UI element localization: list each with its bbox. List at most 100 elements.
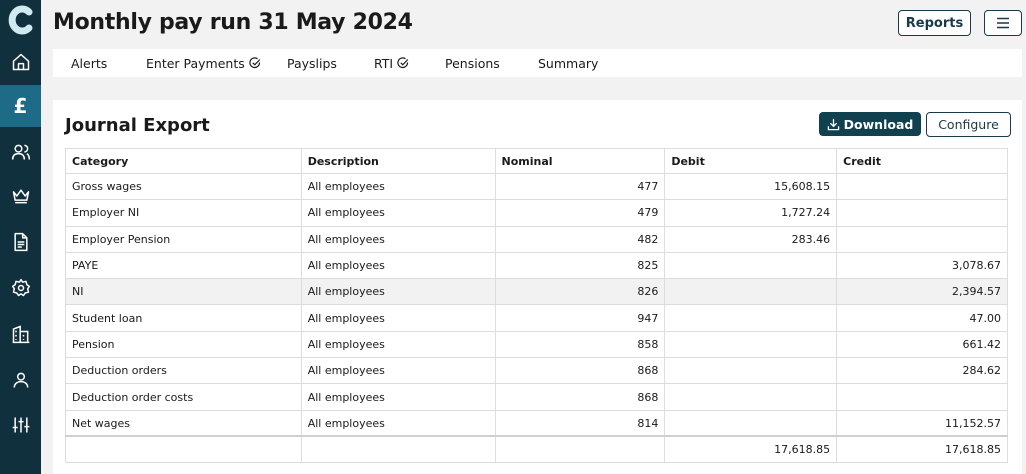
crown-icon: [12, 189, 29, 204]
cell-description: All employees: [300, 225, 496, 253]
tab-alerts[interactable]: Alerts: [71, 49, 107, 77]
reports-button[interactable]: Reports: [898, 10, 971, 36]
cell-credit: [836, 199, 1008, 227]
table-row[interactable]: Deduction order costs All employees 868: [65, 383, 1008, 411]
cell-credit: 11,152.57: [836, 409, 1008, 437]
column-header-category[interactable]: Category: [65, 148, 302, 174]
table-row[interactable]: Employer NI All employees 479 1,727.24: [65, 199, 1008, 227]
cell-category: Gross wages: [65, 172, 302, 201]
tab-payslips[interactable]: Payslips: [287, 49, 337, 77]
cell-debit: [664, 251, 838, 280]
table-row[interactable]: Student loan All employees 947 47.00: [65, 304, 1008, 332]
cell-credit: [836, 225, 1008, 253]
cell-description: All employees: [300, 304, 496, 332]
cell-credit: [836, 383, 1008, 411]
journal-table: Category Description Nominal Debit Credi…: [65, 148, 1008, 464]
hamburger-icon: [997, 17, 1009, 29]
app-logo[interactable]: [5, 2, 37, 38]
journal-export-panel: Journal Export Download Configure Catego…: [53, 100, 1022, 474]
cell-debit: [664, 409, 838, 437]
total-debit: 17,618.85: [664, 435, 838, 464]
cell-debit: 15,608.15: [664, 172, 838, 201]
sidebar-item-employees[interactable]: [0, 131, 41, 173]
tab-pensions[interactable]: Pensions: [445, 49, 500, 77]
sidebar-item-home[interactable]: [0, 41, 41, 83]
cell-debit: [664, 383, 838, 411]
sidebar-item-pay[interactable]: £: [0, 85, 41, 127]
download-label: Download: [843, 116, 914, 132]
cell-category: NI: [65, 278, 302, 306]
column-header-debit[interactable]: Debit: [664, 148, 838, 174]
employees-icon: [11, 144, 30, 160]
cell-credit: 2,394.57: [836, 278, 1008, 306]
cell-credit: 284.62: [836, 357, 1008, 385]
cell-nominal: 814: [494, 409, 666, 437]
table-row[interactable]: NI All employees 826 2,394.57: [65, 278, 1008, 306]
cell-description: All employees: [300, 199, 496, 227]
download-icon: [827, 118, 839, 130]
configure-button[interactable]: Configure: [926, 112, 1011, 137]
tab-summary[interactable]: Summary: [538, 49, 598, 77]
section-title: Journal Export: [65, 115, 210, 136]
home-icon: [12, 53, 29, 71]
sidebar-item-companies[interactable]: [0, 313, 41, 355]
cell-category: Employer Pension: [65, 225, 302, 253]
cell-nominal: 825: [494, 251, 666, 280]
cell-debit: 1,727.24: [664, 199, 838, 227]
cell-nominal: 826: [494, 278, 666, 306]
cell-debit: [664, 304, 838, 332]
check-circle-icon: [397, 57, 409, 69]
cell-debit: [664, 357, 838, 385]
download-button[interactable]: Download: [819, 112, 921, 136]
cell-debit: [664, 330, 838, 359]
tab-rti[interactable]: RTI: [374, 49, 409, 77]
sidebar-item-crown[interactable]: [0, 175, 41, 217]
user-icon: [13, 372, 28, 388]
sidebar-item-adjustments[interactable]: [0, 404, 41, 446]
cell-empty: [65, 435, 302, 464]
cell-category: Deduction order costs: [65, 383, 302, 411]
table-row[interactable]: Gross wages All employees 477 15,608.15: [65, 172, 1008, 201]
cell-empty: [494, 435, 666, 464]
menu-button[interactable]: [984, 10, 1022, 36]
cell-description: All employees: [300, 251, 496, 280]
cell-category: Deduction orders: [65, 357, 302, 385]
table-header-row: Category Description Nominal Debit Credi…: [65, 148, 1008, 174]
settings-icon: [11, 278, 30, 297]
cell-nominal: 868: [494, 357, 666, 385]
cell-nominal: 482: [494, 225, 666, 253]
tab-enter-payments[interactable]: Enter Payments: [146, 49, 261, 77]
cell-nominal: 479: [494, 199, 666, 227]
column-header-description[interactable]: Description: [300, 148, 496, 174]
cell-nominal: 868: [494, 383, 666, 411]
cell-credit: 47.00: [836, 304, 1008, 332]
table-row[interactable]: Employer Pension All employees 482 283.4…: [65, 225, 1008, 253]
totals-row: 17,618.85 17,618.85: [65, 435, 1008, 464]
cell-credit: [836, 172, 1008, 201]
cell-description: All employees: [300, 172, 496, 201]
table-row[interactable]: Deduction orders All employees 868 284.6…: [65, 357, 1008, 385]
cell-empty: [300, 435, 496, 464]
column-header-credit[interactable]: Credit: [836, 148, 1008, 174]
tab-label: Payslips: [287, 55, 337, 71]
sidebar: £: [0, 0, 41, 474]
table-row[interactable]: PAYE All employees 825 3,078.67: [65, 251, 1008, 280]
cell-debit: 283.46: [664, 225, 838, 253]
cell-description: All employees: [300, 278, 496, 306]
table-row[interactable]: Net wages All employees 814 11,152.57: [65, 409, 1008, 437]
sidebar-item-settings[interactable]: [0, 267, 41, 309]
cell-category: Pension: [65, 330, 302, 359]
cell-description: All employees: [300, 383, 496, 411]
tab-bar: Alerts Enter Payments Payslips RTI Pensi…: [53, 49, 1022, 77]
sidebar-item-user[interactable]: [0, 359, 41, 401]
table-row[interactable]: Pension All employees 858 661.42: [65, 330, 1008, 359]
pound-icon: £: [13, 94, 28, 118]
sidebar-item-documents[interactable]: [0, 221, 41, 263]
document-icon: [13, 232, 28, 252]
buildings-icon: [12, 325, 29, 344]
tab-label: Enter Payments: [146, 55, 245, 71]
cell-credit: 661.42: [836, 330, 1008, 359]
page-title: Monthly pay run 31 May 2024: [53, 10, 413, 35]
column-header-nominal[interactable]: Nominal: [494, 148, 666, 174]
cell-category: PAYE: [65, 251, 302, 280]
